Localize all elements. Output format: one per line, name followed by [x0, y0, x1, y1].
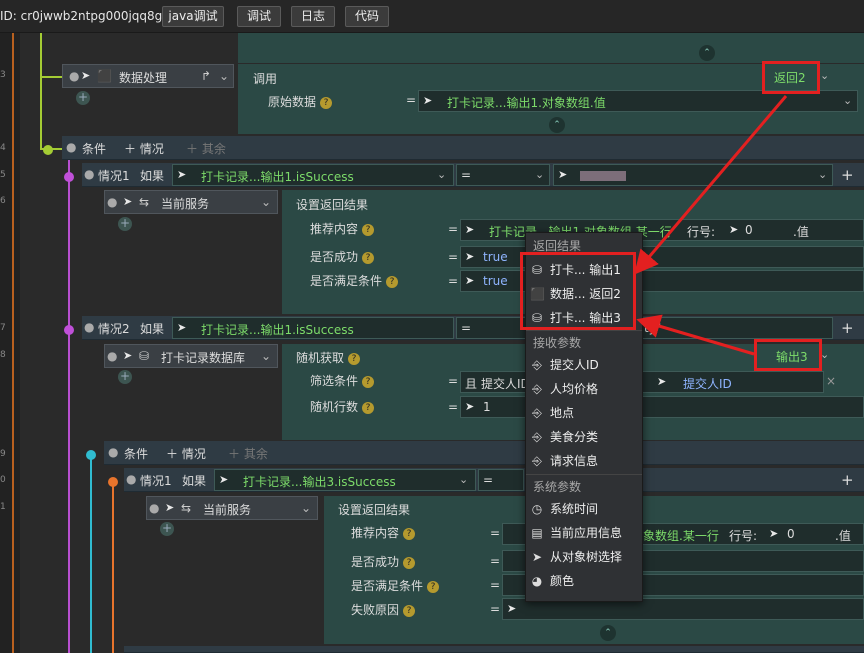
arrow-line — [634, 95, 788, 275]
arrow-line — [636, 314, 755, 356]
arrows-overlay — [634, 95, 788, 356]
